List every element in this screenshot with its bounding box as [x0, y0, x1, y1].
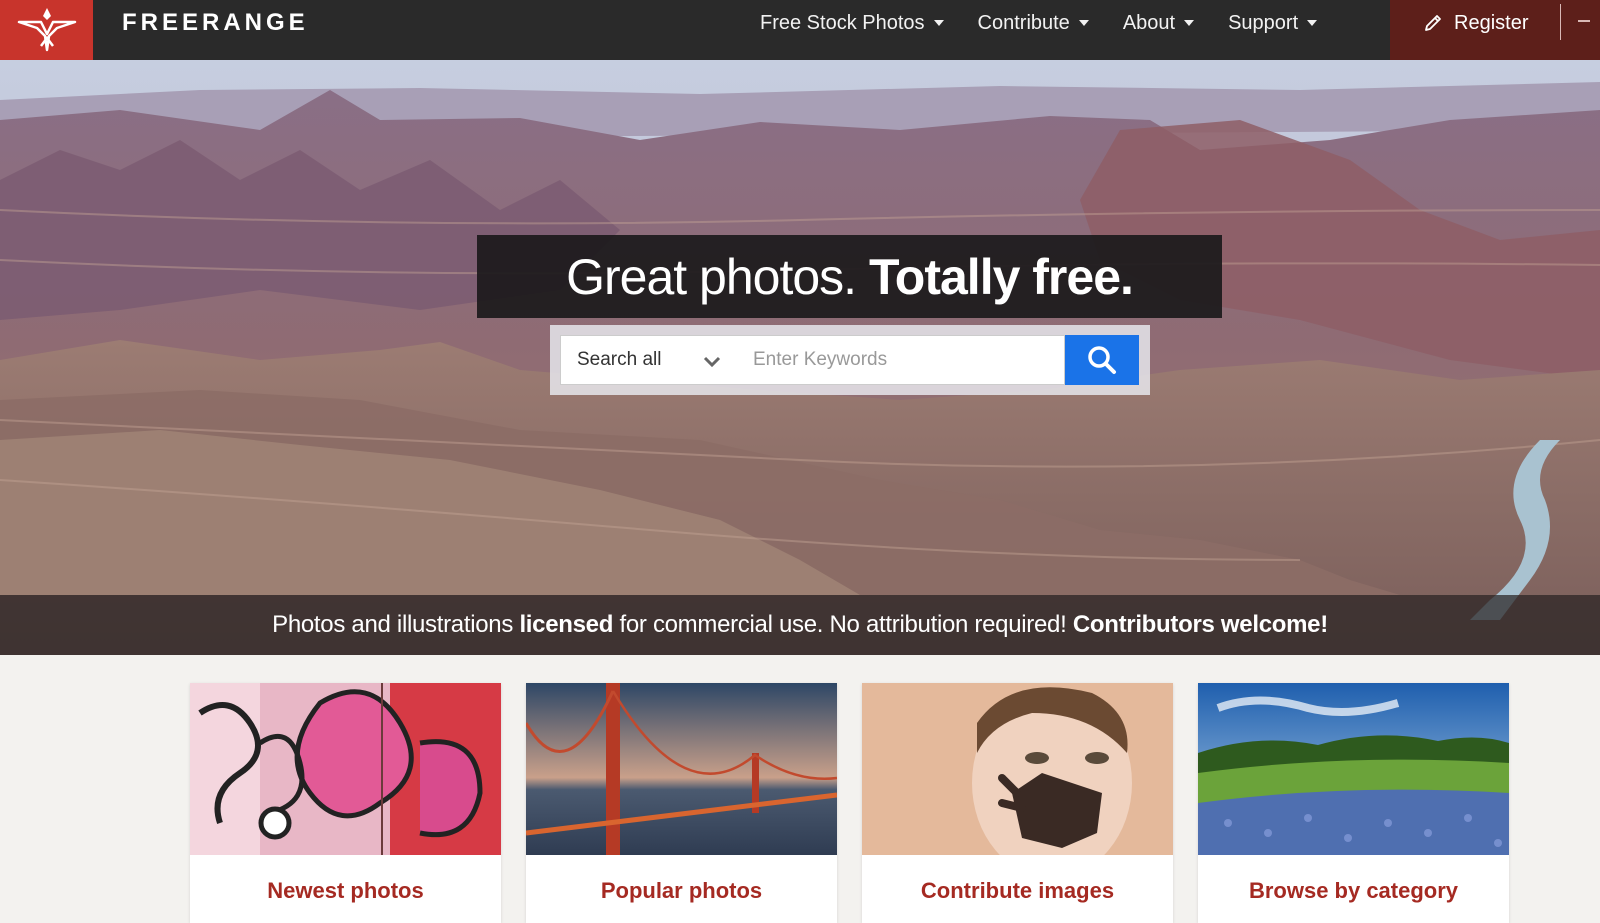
main-menu: Free Stock Photos Contribute About Suppo…: [760, 0, 1351, 46]
card-browse-by-category[interactable]: Browse by category: [1198, 683, 1509, 923]
tagline: Photos and illustrations licensed for co…: [272, 611, 1328, 639]
card-title: Browse by category: [1248, 878, 1459, 903]
register-button[interactable]: Register: [1424, 0, 1528, 46]
brand-name[interactable]: FREERANGE: [122, 0, 309, 60]
top-navbar: FREERANGE Free Stock Photos Contribute A…: [0, 0, 1600, 60]
wildflower-meadow-image: [1198, 683, 1509, 855]
headline-box: Great photos. Totally free.: [477, 235, 1222, 318]
caret-down-icon: [933, 20, 944, 26]
menu-label: Support: [1228, 11, 1299, 34]
pencil-icon: [1425, 15, 1441, 31]
search-category-select[interactable]: Search all: [560, 335, 736, 385]
card-popular-photos[interactable]: Popular photos: [526, 683, 837, 923]
tagline-part2: for commercial use. No attribution requi…: [613, 611, 1073, 638]
menu-support[interactable]: Support: [1228, 11, 1318, 35]
graffiti-image: [190, 683, 501, 855]
headline-regular: Great photos.: [566, 248, 857, 305]
tagline-bold1: licensed: [519, 611, 614, 638]
caret-down-icon: [1078, 20, 1089, 26]
menu-label: Contribute: [977, 11, 1070, 34]
search-input[interactable]: [735, 335, 1065, 385]
card-title: Popular photos: [600, 878, 763, 903]
freerange-bird-icon: [17, 8, 76, 52]
painted-face-image: [862, 683, 1173, 855]
hero-banner: Great photos. Totally free. Search all P…: [0, 60, 1600, 655]
register-area: Register: [1390, 0, 1600, 60]
menu-contribute[interactable]: Contribute: [978, 12, 1089, 35]
menu-label: About: [1122, 11, 1176, 34]
caret-down-icon: [1307, 20, 1318, 26]
login-button[interactable]: [1578, 20, 1590, 22]
headline-bold: Totally free.: [868, 248, 1134, 305]
divider: [1560, 4, 1561, 40]
hero-headline: Great photos. Totally free.: [566, 248, 1134, 306]
chevron-down-icon: [703, 356, 721, 368]
search-button[interactable]: [1065, 335, 1139, 385]
menu-about[interactable]: About: [1122, 11, 1195, 35]
tagline-bar: Photos and illustrations licensed for co…: [0, 595, 1600, 655]
card-contribute-images[interactable]: Contribute images: [862, 683, 1173, 923]
search-select-value: Search all: [577, 349, 662, 370]
caret-down-icon: [1184, 20, 1195, 26]
register-label: Register: [1454, 11, 1529, 34]
search-bar: Search all: [550, 325, 1150, 395]
card-title: Newest photos: [267, 878, 424, 903]
search-icon: [1088, 346, 1116, 374]
menu-label: Free Stock Photos: [760, 11, 925, 34]
menu-free-stock-photos[interactable]: Free Stock Photos: [760, 12, 944, 35]
card-newest-photos[interactable]: Newest photos: [190, 683, 501, 923]
tagline-bold2: Contributors welcome!: [1072, 611, 1328, 638]
tagline-part1: Photos and illustrations: [272, 611, 520, 638]
golden-gate-bridge-image: [526, 683, 837, 855]
logo[interactable]: [0, 0, 93, 60]
feature-cards: Newest photos Popular photos Contribute …: [190, 683, 1520, 923]
card-title: Contribute images: [920, 878, 1115, 903]
